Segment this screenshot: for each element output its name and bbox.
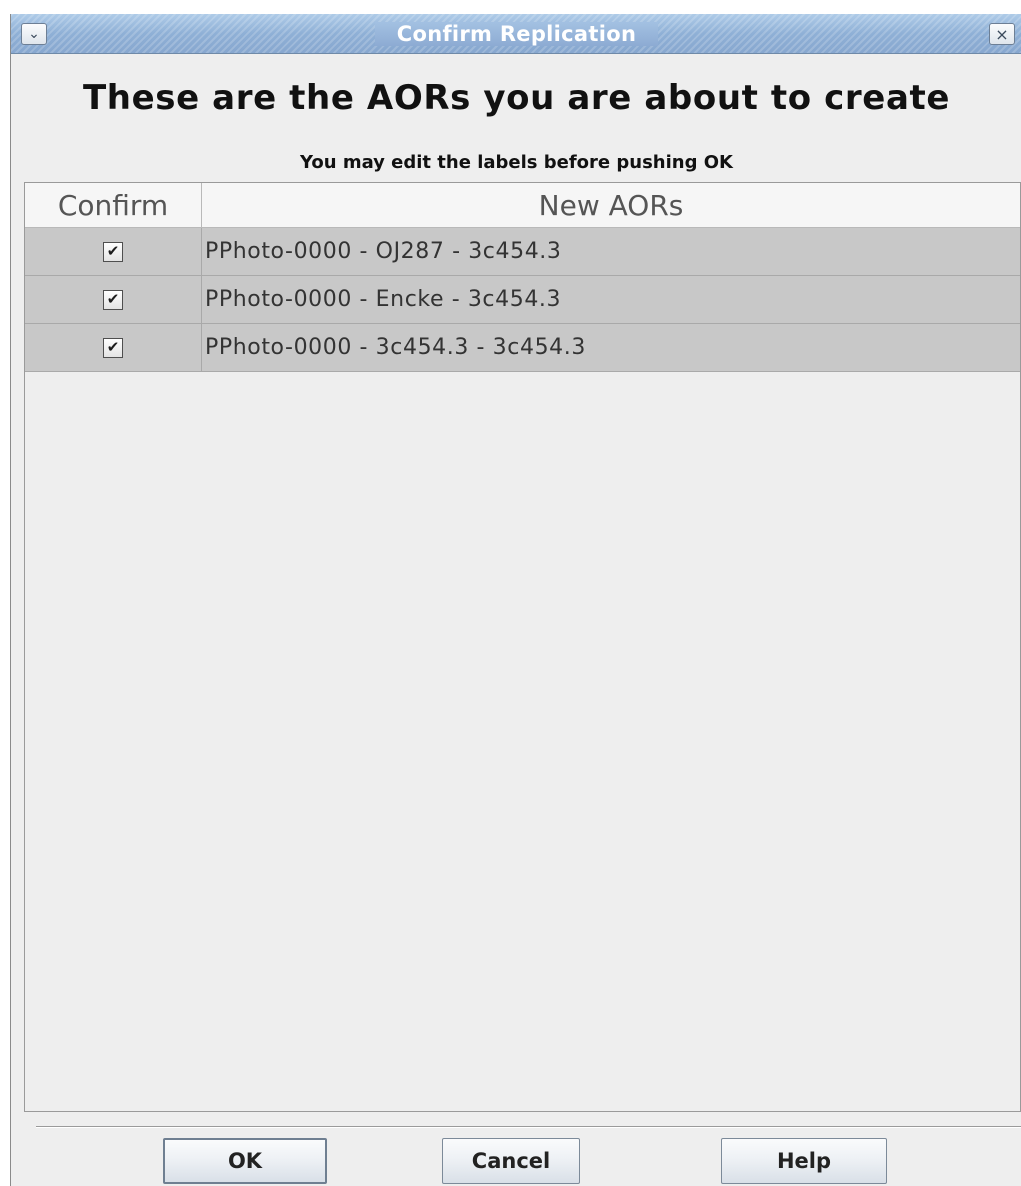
table-row[interactable]: ✔ PPhoto-0000 - OJ287 - 3c454.3 [25, 228, 1020, 276]
table-header: Confirm New AORs [25, 183, 1020, 228]
confirm-replication-dialog: ⌄ Confirm Replication × These are the AO… [10, 14, 1021, 1186]
confirm-checkbox[interactable]: ✔ [103, 241, 123, 262]
close-icon[interactable]: × [989, 23, 1015, 45]
ok-button[interactable]: OK [163, 1138, 327, 1184]
column-header-confirm[interactable]: Confirm [25, 183, 202, 227]
help-button[interactable]: Help [721, 1138, 887, 1184]
aor-label-cell[interactable]: PPhoto-0000 - OJ287 - 3c454.3 [202, 228, 1020, 275]
confirm-checkbox[interactable]: ✔ [103, 289, 123, 310]
aor-label-cell[interactable]: PPhoto-0000 - 3c454.3 - 3c454.3 [202, 324, 1020, 371]
confirm-cell: ✔ [25, 324, 202, 371]
confirm-cell: ✔ [25, 276, 202, 323]
title-bar[interactable]: ⌄ Confirm Replication × [11, 14, 1021, 54]
aor-label-cell[interactable]: PPhoto-0000 - Encke - 3c454.3 [202, 276, 1020, 323]
window-title: Confirm Replication [11, 22, 1021, 46]
confirm-cell: ✔ [25, 228, 202, 275]
page-title: These are the AORs you are about to crea… [82, 78, 950, 118]
table-body: ✔ PPhoto-0000 - OJ287 - 3c454.3 ✔ PPhoto… [25, 228, 1020, 372]
confirm-checkbox[interactable]: ✔ [103, 337, 123, 358]
button-bar-divider [36, 1126, 1021, 1128]
window-title-text: Confirm Replication [374, 22, 659, 46]
cancel-button[interactable]: Cancel [442, 1138, 580, 1184]
page-subtitle: You may edit the labels before pushing O… [299, 152, 734, 173]
table-row[interactable]: ✔ PPhoto-0000 - 3c454.3 - 3c454.3 [25, 324, 1020, 372]
aor-table: Confirm New AORs ✔ PPhoto-0000 - OJ287 -… [24, 182, 1021, 1112]
column-header-new-aors[interactable]: New AORs [202, 183, 1020, 227]
table-row[interactable]: ✔ PPhoto-0000 - Encke - 3c454.3 [25, 276, 1020, 324]
